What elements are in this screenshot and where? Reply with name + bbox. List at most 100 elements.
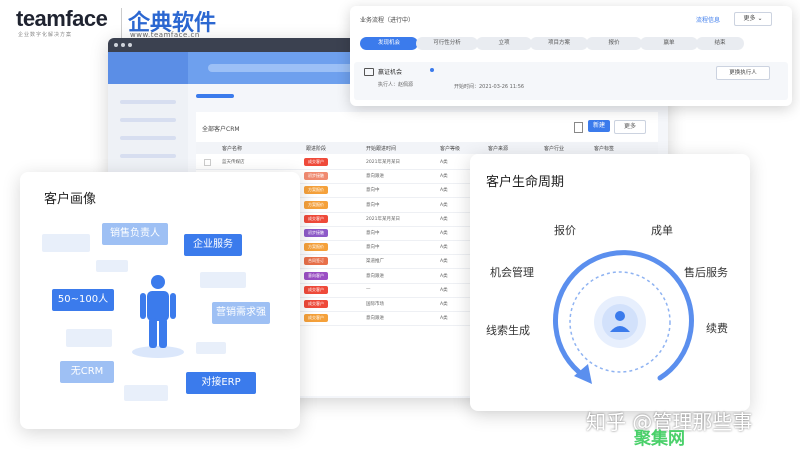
active-subtab[interactable] <box>196 94 234 98</box>
cell-level: A类 <box>440 174 448 180</box>
cell-level: A类 <box>440 273 448 279</box>
stage-lead: 线索生成 <box>486 324 530 337</box>
business-process-card: 业务流程（进行中） 流程信息 更多 ⌄ 发现机会 可行性分析 立项 项目方案 报… <box>350 6 792 106</box>
placeholder-block <box>200 272 246 288</box>
cell-level: A类 <box>440 316 448 322</box>
stage-badge: 合同签订 <box>304 257 328 266</box>
cell-level: A类 <box>440 245 448 251</box>
stage-deal: 成单 <box>651 224 673 237</box>
stage-badge: 方案报价 <box>304 243 328 252</box>
cell-date: 意向跟进 <box>366 316 384 322</box>
status-dot-icon <box>430 68 434 72</box>
column-header: 开始跟进时间 <box>366 146 397 152</box>
opportunity-row: 赢证机会 执行人：赵佩源 开始时间：2021-03-26 11:56 更换执行人 <box>354 62 788 100</box>
stage-badge: 成交客户 <box>304 158 328 166</box>
cell-level: A类 <box>440 160 448 165</box>
sidebar-header <box>108 52 188 84</box>
person-figure-icon <box>132 275 184 358</box>
window-dot-icon <box>128 43 132 47</box>
cell-level: A类 <box>440 231 448 236</box>
cell-date: 2021年某月某日 <box>366 216 400 222</box>
process-step[interactable]: 立项 <box>476 37 532 50</box>
column-header: 客户名称 <box>222 146 243 152</box>
new-button[interactable]: 新建 <box>588 120 610 132</box>
stage-badge: 初步接触 <box>304 172 328 181</box>
placeholder-block <box>196 342 226 354</box>
cell-date: 意向中 <box>366 202 380 208</box>
column-header: 客户标签 <box>594 146 615 152</box>
tag-no-crm: 无CRM <box>60 361 114 383</box>
process-step[interactable]: 结束 <box>696 37 744 50</box>
stage-opportunity: 机会管理 <box>490 266 534 279</box>
process-step[interactable]: 发现机会 <box>360 37 418 50</box>
tag-sales-owner: 销售负责人 <box>102 223 168 245</box>
tag-erp-integration: 对接ERP <box>186 372 256 394</box>
cell-date: — <box>366 286 371 292</box>
cell-date: 渠道推广 <box>366 259 384 265</box>
change-executor-button[interactable]: 更换执行人 <box>716 66 770 80</box>
column-header: 客户行业 <box>544 146 565 152</box>
stage-quote: 报价 <box>554 224 576 237</box>
cell-date: 意向跟进 <box>366 273 384 279</box>
placeholder-block <box>42 234 90 252</box>
sidebar-item[interactable] <box>120 100 176 104</box>
cell-date: 意向中 <box>366 245 380 251</box>
stage-badge: 成交客户 <box>304 314 328 323</box>
column-header: 客户等级 <box>440 146 461 152</box>
cell-level: A类 <box>440 302 448 307</box>
card-icon <box>364 68 374 76</box>
placeholder-block <box>96 260 128 272</box>
teamface-logo: teamface <box>16 6 108 31</box>
watermark-site: 聚集网 <box>634 429 685 449</box>
process-step[interactable]: 项目方案 <box>530 37 588 50</box>
stage-renewal: 续费 <box>706 322 728 335</box>
tag-enterprise-service: 企业服务 <box>184 234 242 256</box>
cell-name: 蓝天传媒店 <box>222 160 245 165</box>
cell-date: 意向中 <box>366 231 380 236</box>
cell-level: A类 <box>440 287 448 293</box>
cell-date: 意向跟进 <box>366 174 384 180</box>
stage-badge: 成交客户 <box>304 214 328 223</box>
process-more-button[interactable]: 更多 ⌄ <box>734 12 772 26</box>
customer-portrait-card: 客户画像 销售负责人 企业服务 50~100人 营销需求强 无CRM 对接ERP <box>20 172 300 429</box>
sidebar-item[interactable] <box>120 154 176 158</box>
cell-date: 2021年某月某日 <box>366 160 400 165</box>
process-step[interactable]: 报价 <box>586 37 642 50</box>
start-time-label: 开始时间：2021-03-26 11:56 <box>454 84 525 90</box>
table-header: 客户名称 跟进阶段 开始跟进时间 客户等级 客户来源 客户行业 客户标签 <box>196 142 658 154</box>
file-icon[interactable] <box>574 122 583 133</box>
stage-badge: 成交客户 <box>304 285 328 294</box>
cell-date: 国际市场 <box>366 302 384 307</box>
lifecycle-cycle-icon <box>553 250 694 384</box>
process-step[interactable]: 赢单 <box>640 37 698 50</box>
executor-label: 执行人：赵佩源 <box>378 82 414 88</box>
row-checkbox[interactable] <box>204 159 211 166</box>
process-info-link[interactable]: 流程信息 <box>696 15 720 24</box>
cell-level: A类 <box>440 202 448 208</box>
stage-badge: 方案报价 <box>304 186 328 195</box>
cell-level: A类 <box>440 188 448 194</box>
sidebar-item[interactable] <box>120 136 176 140</box>
window-dot-icon <box>121 43 125 47</box>
cell-level: A类 <box>440 216 448 222</box>
cell-level: A类 <box>440 259 448 265</box>
sidebar-item[interactable] <box>120 118 176 122</box>
customer-lifecycle-card: 客户生命周期 报价 成单 机会管理 售后服务 线索生成 续费 <box>470 154 750 411</box>
tag-marketing-need: 营销需求强 <box>212 302 270 324</box>
process-step[interactable]: 可行性分析 <box>416 37 478 50</box>
table-title: 全部客户CRM <box>202 126 240 133</box>
column-header: 跟进阶段 <box>306 146 327 152</box>
stage-after-sales: 售后服务 <box>684 266 728 279</box>
logo-divider <box>121 8 122 38</box>
portrait-title: 客户画像 <box>44 192 97 207</box>
process-title: 业务流程（进行中） <box>360 17 415 24</box>
placeholder-block <box>66 329 112 347</box>
stage-badge: 意向客户 <box>304 271 328 280</box>
tag-company-size: 50~100人 <box>52 289 114 311</box>
window-dot-icon <box>114 43 118 47</box>
cell-date: 意向中 <box>366 188 380 194</box>
more-button[interactable]: 更多 <box>614 120 646 134</box>
placeholder-block <box>124 385 168 401</box>
opportunity-name[interactable]: 赢证机会 <box>378 67 402 76</box>
logo-tagline: 企业数字化解决方案 <box>18 32 73 38</box>
